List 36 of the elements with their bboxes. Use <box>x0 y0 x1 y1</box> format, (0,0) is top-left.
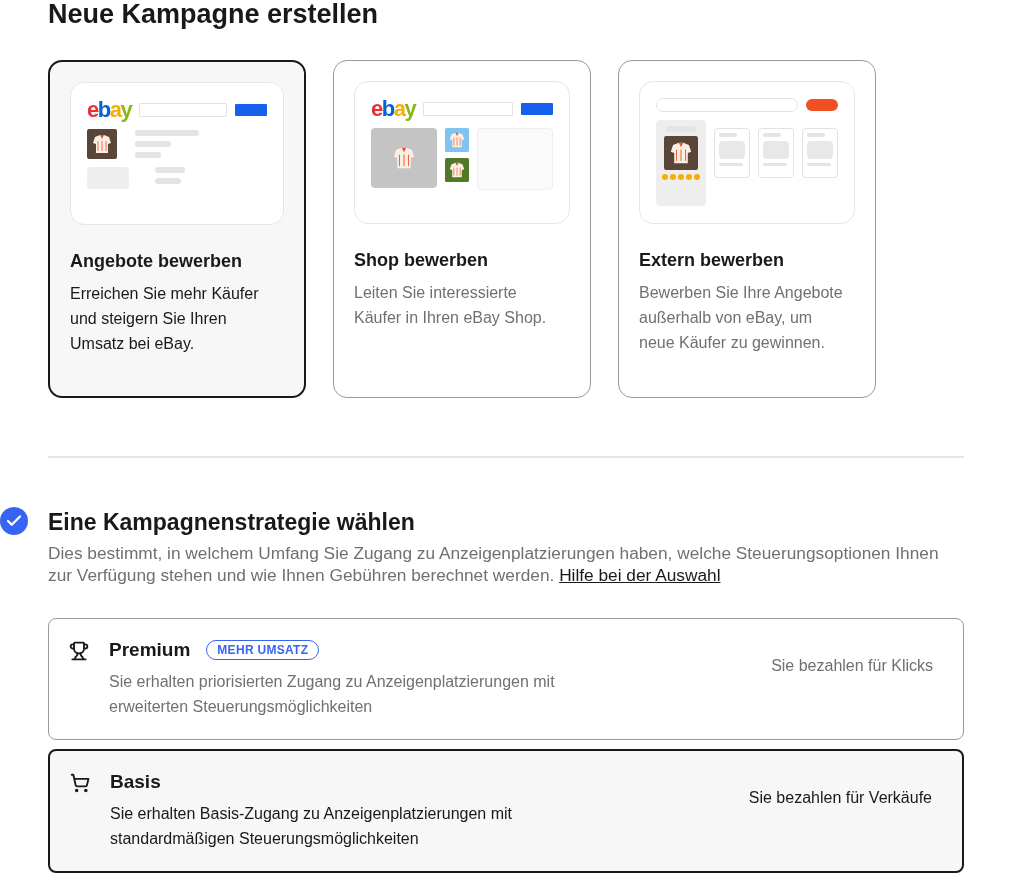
shirt-icon <box>87 129 117 159</box>
help-link[interactable]: Hilfe bei der Auswahl <box>559 565 721 585</box>
strategy-option[interactable]: Premium MEHR UMSATZ Sie erhalten priorisierten Zugang zu Anzeigenplatzierungen mit erweiterten Steuerungsmöglichkeiten Sie bezahlen für Klicks <box>48 618 964 740</box>
card-description: Leiten Sie interessierte Käufer in Ihren eBay Shop. <box>354 283 548 328</box>
trophy-icon <box>69 641 89 661</box>
campaign-type-card[interactable]: ebay Shop bewerben Leiten Sie interessierte Käufer in Ihren eBay Shop. <box>333 60 591 398</box>
product-card-drawing <box>802 128 838 178</box>
ebay-logo: ebay <box>371 98 416 120</box>
card-title: Shop bewerben <box>354 250 489 271</box>
card-title: Angebote bewerben <box>70 251 244 272</box>
product-card-drawing <box>758 128 794 178</box>
strategy-option[interactable]: Basis Sie erhalten Basis-Zugang zu Anzeigenplatzierungen mit standardmäßigen Steuerungsmöglichkeiten Sie bezahlen für Verkäufe <box>48 749 964 873</box>
card-title: Extern bewerben <box>639 250 786 271</box>
option-description: Sie erhalten priorisierten Zugang zu Anzeigenplatzierungen mit erweiterten Steuerungsmöglichkeiten <box>109 672 556 717</box>
shirt-icon <box>445 158 469 182</box>
ebay-logo: ebay <box>87 99 132 121</box>
card-description: Erreichen Sie mehr Käufer und steigern Sie Ihren Umsatz bei eBay. <box>70 284 260 354</box>
stars-icon <box>662 174 700 181</box>
shirt-icon <box>445 128 469 152</box>
search-button-drawing <box>521 103 553 115</box>
campaign-type-card[interactable]: Extern bewerben Bewerben Sie Ihre Angebote außerhalb von eBay, um neue Käufer zu gewinnen. <box>618 60 876 398</box>
page-title: Neue Kampagne erstellen <box>48 0 380 30</box>
option-title: Basis <box>110 771 161 793</box>
option-description: Sie erhalten Basis-Zugang zu Anzeigenplatzierungen mit standardmäßigen Steuerungsmöglichkeiten <box>110 804 514 849</box>
campaign-type-card[interactable]: ebay Angebote bewerben Erreichen Sie mehr Käufer und steigern Sie Ihren Umsatz bei eBay. <box>48 60 306 398</box>
cart-icon <box>70 773 90 793</box>
product-card-drawing <box>714 128 750 178</box>
section-description: Dies bestimmt, in welchem Umfang Sie Zugang zu Anzeigenplatzierungen haben, welche Steuerungsoptionen Ihnen zur Verfügung stehen und wie Ihnen Gebühren berechnet werden. Hilfe bei der Auswahl <box>48 542 940 586</box>
pricing-text: Sie bezahlen für Verkäufe <box>748 789 932 808</box>
shirt-icon <box>664 136 698 170</box>
card-description: Bewerben Sie Ihre Angebote außerhalb von eBay, um neue Käufer zu gewinnen. <box>639 283 844 353</box>
section-title: Eine Kampagnenstrategie wählen <box>48 508 416 536</box>
pricing-text: Sie bezahlen für Klicks <box>771 657 933 676</box>
search-button-drawing <box>235 104 267 116</box>
option-title: Premium <box>109 639 191 661</box>
search-button-drawing <box>806 99 838 111</box>
